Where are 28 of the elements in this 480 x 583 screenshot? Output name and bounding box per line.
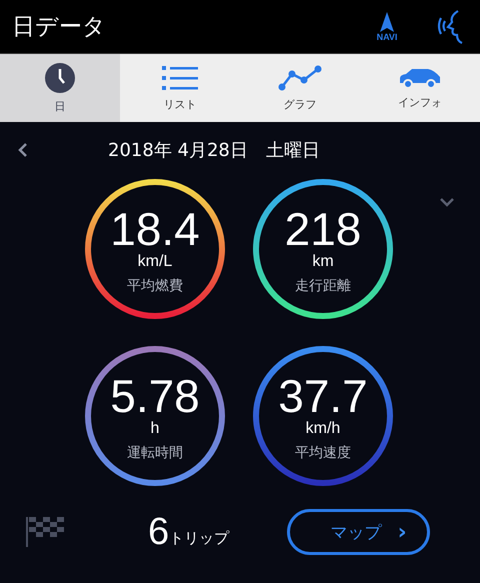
metric-label: 平均速度 [295, 444, 351, 462]
navigation-arrow-icon [380, 12, 394, 32]
car-icon [398, 66, 442, 88]
trip-count: 6 [148, 510, 170, 554]
metric-label: 走行距離 [295, 277, 351, 295]
metric-value: 18.4 [110, 205, 200, 253]
date-text: 2018年 4月28日 土曜日 [108, 139, 320, 162]
trip-label: トリップ [169, 528, 230, 548]
voice-icon[interactable] [436, 10, 464, 44]
line-chart-icon [278, 64, 322, 90]
map-button[interactable]: マップ › [287, 509, 430, 555]
screen-title: 日データ [12, 13, 107, 42]
list-icon [162, 64, 198, 90]
metric-value: 37.7 [278, 372, 368, 420]
metric-unit: km/L [138, 253, 172, 271]
back-chevron-icon[interactable] [18, 143, 28, 157]
metric-label: 運転時間 [127, 444, 183, 462]
expand-chevron-icon[interactable] [440, 198, 454, 207]
clock-icon [45, 62, 75, 92]
metric-value: 218 [284, 205, 362, 253]
metric-label: 平均燃費 [127, 277, 183, 295]
metric-unit: h [150, 420, 160, 438]
metric-value: 5.78 [110, 372, 200, 420]
metric-unit: km [312, 253, 334, 271]
checkered-flag-icon [26, 517, 64, 547]
navi-button[interactable]: NAVI [372, 12, 402, 42]
tab[interactable]: 日 [0, 54, 120, 122]
metric-unit: km/h [306, 420, 340, 438]
